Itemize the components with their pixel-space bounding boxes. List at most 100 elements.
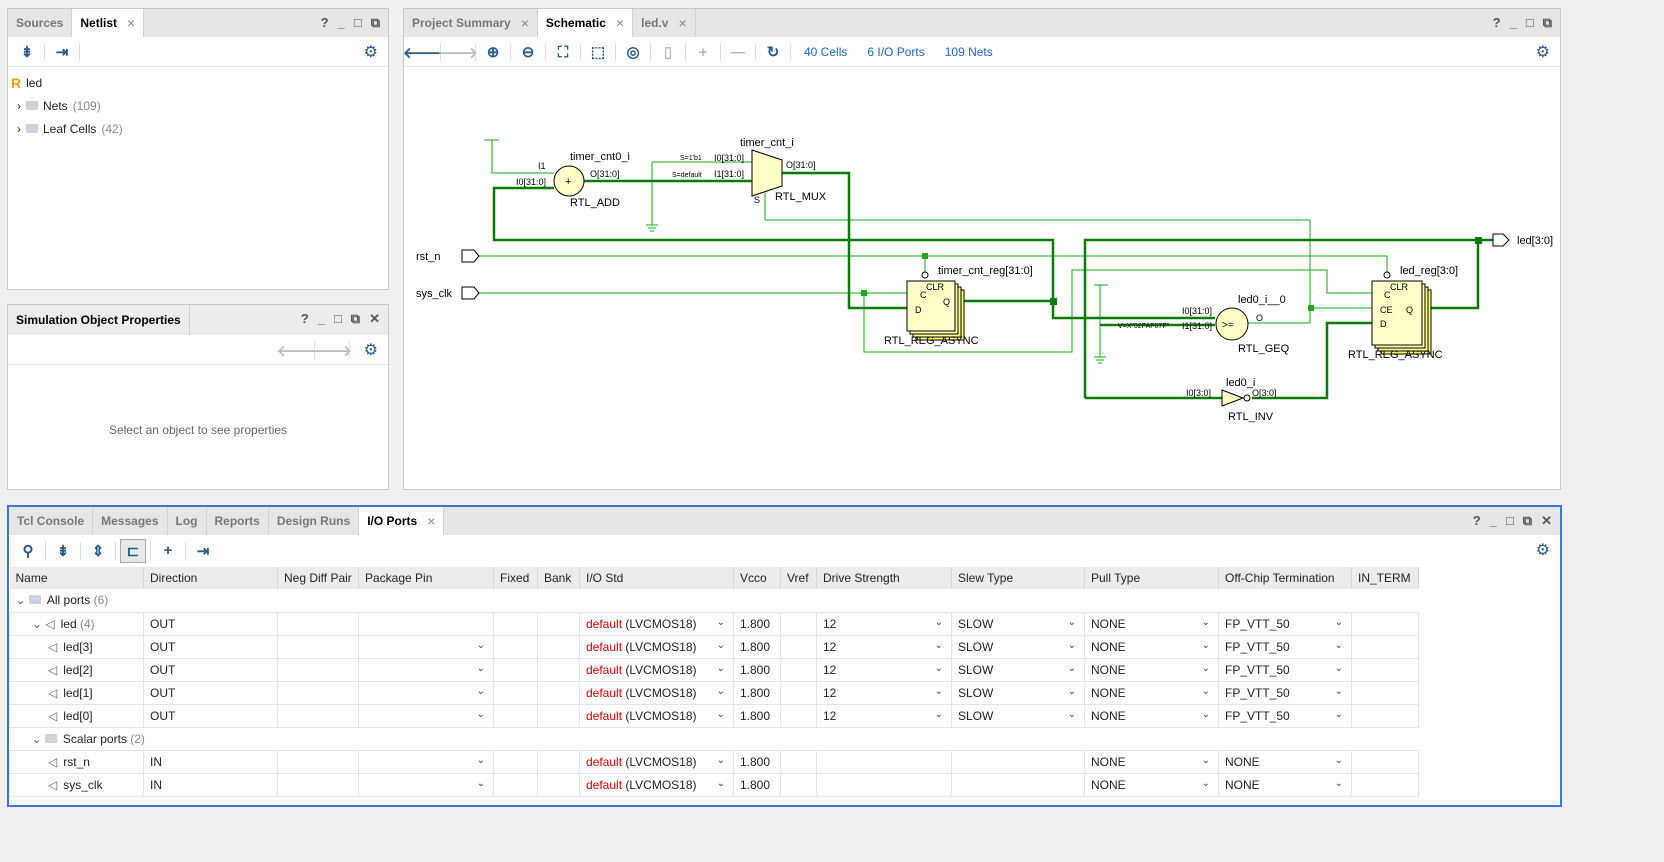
collapse-all-button[interactable]: ⇟ xyxy=(50,539,76,563)
column-header[interactable]: Name xyxy=(9,567,144,589)
io-std-select[interactable]: default (LVCMOS18) ⌄ xyxy=(579,634,734,659)
close-icon[interactable]: × xyxy=(127,9,135,37)
column-header[interactable]: Slew Type xyxy=(951,567,1085,589)
chevron-down-icon[interactable]: ⌄ xyxy=(935,709,943,720)
column-header[interactable]: Vref xyxy=(780,567,817,589)
help-icon[interactable]: ? xyxy=(321,15,329,31)
off-chip-termination-select[interactable]: FP_VTT_50 ⌄ xyxy=(1218,680,1352,705)
chevron-down-icon[interactable]: ⌄ xyxy=(1335,755,1343,766)
off-chip-termination-select[interactable]: FP_VTT_50 ⌄ xyxy=(1218,657,1352,682)
io-std-select[interactable]: default (LVCMOS18) ⌄ xyxy=(579,611,734,636)
chevron-down-icon[interactable]: ⌄ xyxy=(32,617,45,631)
tab-sources[interactable]: Sources xyxy=(8,9,73,37)
help-icon[interactable]: ? xyxy=(301,311,309,327)
slew-type-select[interactable]: SLOW ⌄ xyxy=(951,611,1085,636)
pull-type-select[interactable]: NONE ⌄ xyxy=(1084,680,1219,705)
chevron-down-icon[interactable]: ⌄ xyxy=(717,755,725,766)
package-pin-select[interactable]: ⌄ xyxy=(358,680,494,705)
package-pin-select[interactable]: ⌄ xyxy=(358,749,494,774)
off-chip-termination-select[interactable]: FP_VTT_50 ⌄ xyxy=(1218,703,1352,728)
chevron-down-icon[interactable]: ⌄ xyxy=(477,640,485,651)
off-chip-termination-select[interactable]: FP_VTT_50 ⌄ xyxy=(1218,611,1352,636)
column-header[interactable]: I/O Std xyxy=(579,567,734,589)
chevron-down-icon[interactable]: ⌄ xyxy=(717,709,725,720)
pull-type-select[interactable]: NONE ⌄ xyxy=(1084,634,1219,659)
port-led[interactable] xyxy=(1492,233,1510,247)
chevron-down-icon[interactable]: ⌄ xyxy=(1202,778,1210,789)
select-area-button[interactable]: ⬚ xyxy=(585,40,611,64)
expand-button[interactable]: + xyxy=(690,40,716,64)
io-std-select[interactable]: default (LVCMOS18) ⌄ xyxy=(579,749,734,774)
autofit-selection-button[interactable]: ◎ xyxy=(620,40,646,64)
table-row[interactable]: ⌄ ◁ led (4) OUT default (LVCMOS18) ⌄ 1.800 12 ⌄… xyxy=(9,611,1419,636)
package-pin-select[interactable]: ⌄ xyxy=(358,703,494,728)
chevron-right-icon[interactable]: › xyxy=(17,99,21,113)
maximize-icon[interactable]: □ xyxy=(354,15,362,31)
tab-reports[interactable]: Reports xyxy=(207,507,269,535)
chevron-down-icon[interactable]: ⌄ xyxy=(717,686,725,697)
chevron-down-icon[interactable]: ⌄ xyxy=(1335,663,1343,674)
inverter-cell[interactable]: led0_i RTL_INV I0[3:0] O[3:0] xyxy=(1186,377,1277,423)
port-rst-n[interactable] xyxy=(461,249,480,263)
help-icon[interactable]: ? xyxy=(1473,513,1481,529)
minimize-icon[interactable]: _ xyxy=(1490,513,1497,529)
schematic-canvas[interactable]: rst_n sys_clk led[3:0] + timer_cnt0_i RT… xyxy=(404,68,1560,488)
show-hierarchy-button[interactable]: ⇥ xyxy=(49,40,75,64)
column-header[interactable]: Off-Chip Termination xyxy=(1218,567,1352,589)
off-chip-termination-select[interactable]: NONE ⌄ xyxy=(1218,749,1352,774)
mux-cell[interactable]: timer_cnt_i RTL_MUX I0[31:0] I1[31:0] O[… xyxy=(672,137,827,205)
maximize-icon[interactable]: □ xyxy=(334,311,342,327)
pull-type-select[interactable]: NONE ⌄ xyxy=(1084,657,1219,682)
gear-icon[interactable]: ⚙ xyxy=(1536,42,1550,62)
chevron-down-icon[interactable]: ⌄ xyxy=(32,732,45,746)
chevron-down-icon[interactable]: ⌄ xyxy=(935,663,943,674)
float-icon[interactable]: ⧉ xyxy=(371,15,380,31)
close-icon[interactable]: × xyxy=(616,9,624,37)
chevron-down-icon[interactable]: ⌄ xyxy=(16,593,29,607)
pull-type-select[interactable]: NONE ⌄ xyxy=(1084,611,1219,636)
chevron-down-icon[interactable]: ⌄ xyxy=(935,617,943,628)
chevron-down-icon[interactable]: ⌄ xyxy=(1068,617,1076,628)
zoom-out-button[interactable]: ⊖ xyxy=(515,40,541,64)
table-row[interactable]: ◁ rst_n IN ⌄ default (LVCMOS18) ⌄ 1.800 NONE ⌄ NO… xyxy=(9,749,1419,774)
collapse-button[interactable]: — xyxy=(725,40,751,64)
chevron-down-icon[interactable]: ⌄ xyxy=(1335,686,1343,697)
slew-type-select[interactable]: SLOW ⌄ xyxy=(951,703,1085,728)
package-pin-select[interactable]: ⌄ xyxy=(358,657,494,682)
forward-button[interactable]: 🡒 xyxy=(438,40,478,64)
cell-button[interactable]: ▯ xyxy=(655,40,681,64)
drive-strength-select[interactable] xyxy=(816,749,952,774)
chevron-down-icon[interactable]: ⌄ xyxy=(1202,663,1210,674)
table-row[interactable]: ⌄ Scalar ports (2) xyxy=(10,727,1419,750)
chevron-down-icon[interactable]: ⌄ xyxy=(1202,617,1210,628)
close-icon[interactable]: × xyxy=(427,507,435,535)
close-icon[interactable]: × xyxy=(521,9,529,37)
drive-strength-select[interactable]: 12 ⌄ xyxy=(816,611,952,636)
chevron-down-icon[interactable]: ⌄ xyxy=(1202,709,1210,720)
off-chip-termination-select[interactable]: NONE ⌄ xyxy=(1218,772,1352,797)
refresh-button[interactable]: ↻ xyxy=(760,40,786,64)
column-header[interactable]: Direction xyxy=(143,567,278,589)
chevron-down-icon[interactable]: ⌄ xyxy=(1202,755,1210,766)
chevron-down-icon[interactable]: ⌄ xyxy=(1068,686,1076,697)
chevron-down-icon[interactable]: ⌄ xyxy=(477,778,485,789)
close-icon[interactable]: ✕ xyxy=(369,311,380,327)
help-icon[interactable]: ? xyxy=(1493,15,1501,31)
table-row[interactable]: ⌄ All ports (6) xyxy=(10,589,1419,612)
tree-item-nets[interactable]: › Nets (109) xyxy=(11,94,123,117)
tab-led-v[interactable]: led.v × xyxy=(633,9,696,37)
column-header[interactable]: Drive Strength xyxy=(816,567,952,589)
chevron-down-icon[interactable]: ⌄ xyxy=(935,640,943,651)
show-hierarchy-button[interactable]: ⇥ xyxy=(190,539,216,563)
table-row[interactable]: ◁ led[2] OUT ⌄ default (LVCMOS18) ⌄ 1.800 12 ⌄ SL… xyxy=(9,657,1419,682)
chevron-down-icon[interactable]: ⌄ xyxy=(1335,617,1343,628)
led-reg-cell[interactable]: led_reg[3:0] RTL_REG_ASYNC CLR C CE D Q xyxy=(1348,265,1458,361)
chevron-down-icon[interactable]: ⌄ xyxy=(717,663,725,674)
io-std-select[interactable]: default (LVCMOS18) ⌄ xyxy=(579,703,734,728)
float-icon[interactable]: ⧉ xyxy=(351,311,360,327)
drive-strength-select[interactable]: 12 ⌄ xyxy=(816,657,952,682)
pull-type-select[interactable]: NONE ⌄ xyxy=(1084,749,1219,774)
chevron-right-icon[interactable]: › xyxy=(17,122,21,136)
column-header[interactable]: Neg Diff Pair xyxy=(277,567,359,589)
chevron-down-icon[interactable]: ⌄ xyxy=(477,755,485,766)
